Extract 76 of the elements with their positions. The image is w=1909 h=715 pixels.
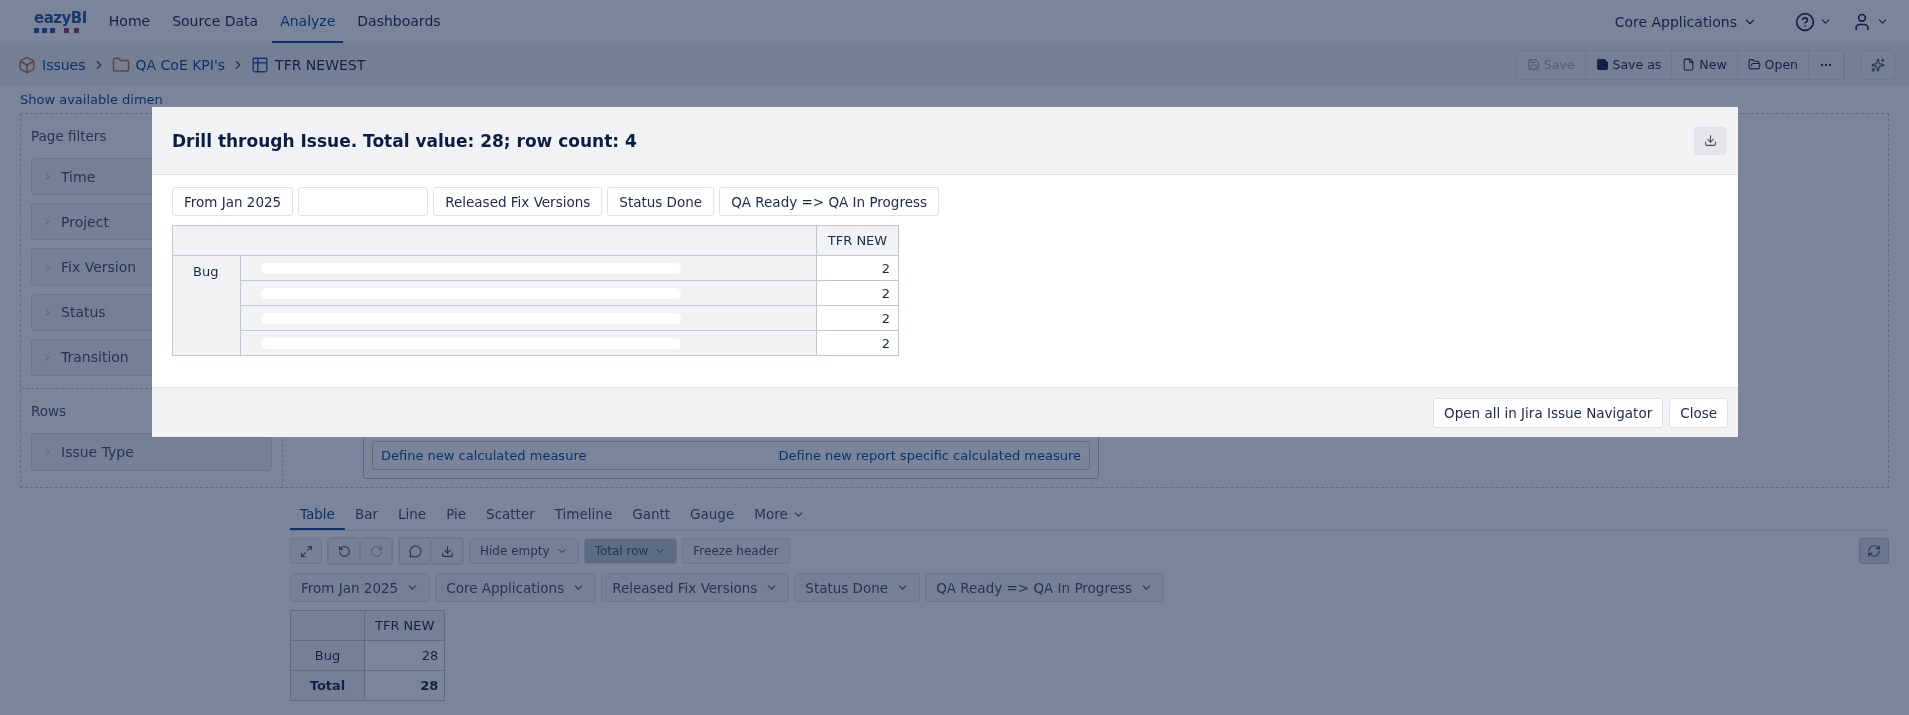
measure-link[interactable]: Define new report specific calculated measure [778,448,1081,463]
view-tab[interactable]: Scatter [476,500,545,530]
view-tab[interactable]: Bar [344,500,388,530]
section-title: Rows [31,402,67,421]
filter-dropdown[interactable]: Released Fix Versions [601,573,790,602]
dialog-button[interactable]: Open all in Jira Issue Navigator [1433,397,1664,428]
filter-chip: From Jan 2025 [172,187,294,216]
section-title: Page filters [31,127,107,146]
table-cell: 28 [364,670,445,701]
dimensions-link[interactable]: Show available dimen [20,92,163,107]
refresh-button[interactable] [1859,538,1889,564]
fullscreen-button[interactable] [290,538,322,564]
floppy-icon [1526,58,1540,71]
view-tab[interactable]: Timeline [544,500,623,530]
toolbar-button[interactable]: Hide empty [469,538,579,564]
download-icon [440,544,454,558]
table-icon [251,55,270,74]
folder-icon [1747,58,1761,71]
dimension-item[interactable]: Issue Type [31,433,272,471]
column-header: TFR NEW [816,225,899,256]
sparkle-icon [1871,57,1885,72]
folder-icon [111,55,130,74]
redo-icon [369,544,383,558]
sparkle-button[interactable] [1861,49,1895,80]
download-button[interactable] [431,538,463,564]
row-header: Total [290,670,365,701]
toolbar-button[interactable]: Freeze header [682,538,790,564]
report-title[interactable]: TFR NEWEST [275,56,366,73]
filter-dropdown[interactable]: Core Applications [435,573,597,602]
filter-chip: QA Ready => QA In Progress [719,187,939,216]
nav-tab[interactable]: Source Data [164,0,267,43]
nav-tab[interactable]: Dashboards [349,0,449,43]
table-cell: 28 [364,640,445,671]
file-icon [1682,58,1696,71]
help-icon [1795,11,1815,32]
user-icon [1852,11,1872,32]
column-header: TFR NEW [364,610,445,641]
filter-dropdown[interactable]: Status Done [794,573,921,602]
filter-chip: Released Fix Versions [433,187,603,216]
download-button[interactable] [1694,126,1726,155]
view-tab[interactable]: Gantt [622,500,681,530]
measure-link[interactable]: Define new calculated measure [381,448,587,463]
filter-chip: Status Done [607,187,715,216]
undo-button[interactable] [328,538,360,564]
view-tab[interactable]: Table [290,500,345,530]
table-cell: 2 [816,305,899,331]
refresh-icon [1867,544,1881,558]
toolbar-button[interactable]: Total row [583,538,678,564]
filter-dropdown[interactable]: From Jan 2025 [290,573,431,602]
floppy-icon [1595,58,1609,71]
view-tab[interactable]: Gauge [680,500,745,530]
redo-button[interactable] [360,538,392,564]
row-header: Bug [290,640,365,671]
speech-bubble-icon [408,544,422,558]
table-cell: 2 [816,330,899,356]
view-tab[interactable]: Pie [436,500,477,530]
table-cell: 2 [816,255,899,281]
comment-button[interactable] [399,538,431,564]
breadcrumb-link[interactable]: Issues [42,56,86,73]
row-group-header: Bug [172,255,241,356]
dialog-button[interactable]: Close [1669,397,1728,428]
nav-tab[interactable]: Home [100,0,159,43]
user-menu[interactable] [1852,11,1889,32]
view-tab[interactable]: Line [388,500,437,530]
table-cell: 2 [816,280,899,306]
expand-icon [299,544,313,558]
filter-dropdown[interactable]: QA Ready => QA In Progress [925,573,1164,602]
logo[interactable]: eazyBI [34,10,87,33]
help-menu[interactable] [1795,11,1832,32]
dialog-title: Drill through Issue. Total value: 28; row count: 4 [172,130,637,151]
download-icon [1703,134,1717,147]
view-tab[interactable]: More [744,500,815,530]
account-selector[interactable]: Core Applications [1614,13,1757,30]
breadcrumb-link[interactable]: QA CoE KPI's [135,56,226,73]
cube-icon [18,55,36,74]
undo-icon [337,544,351,558]
